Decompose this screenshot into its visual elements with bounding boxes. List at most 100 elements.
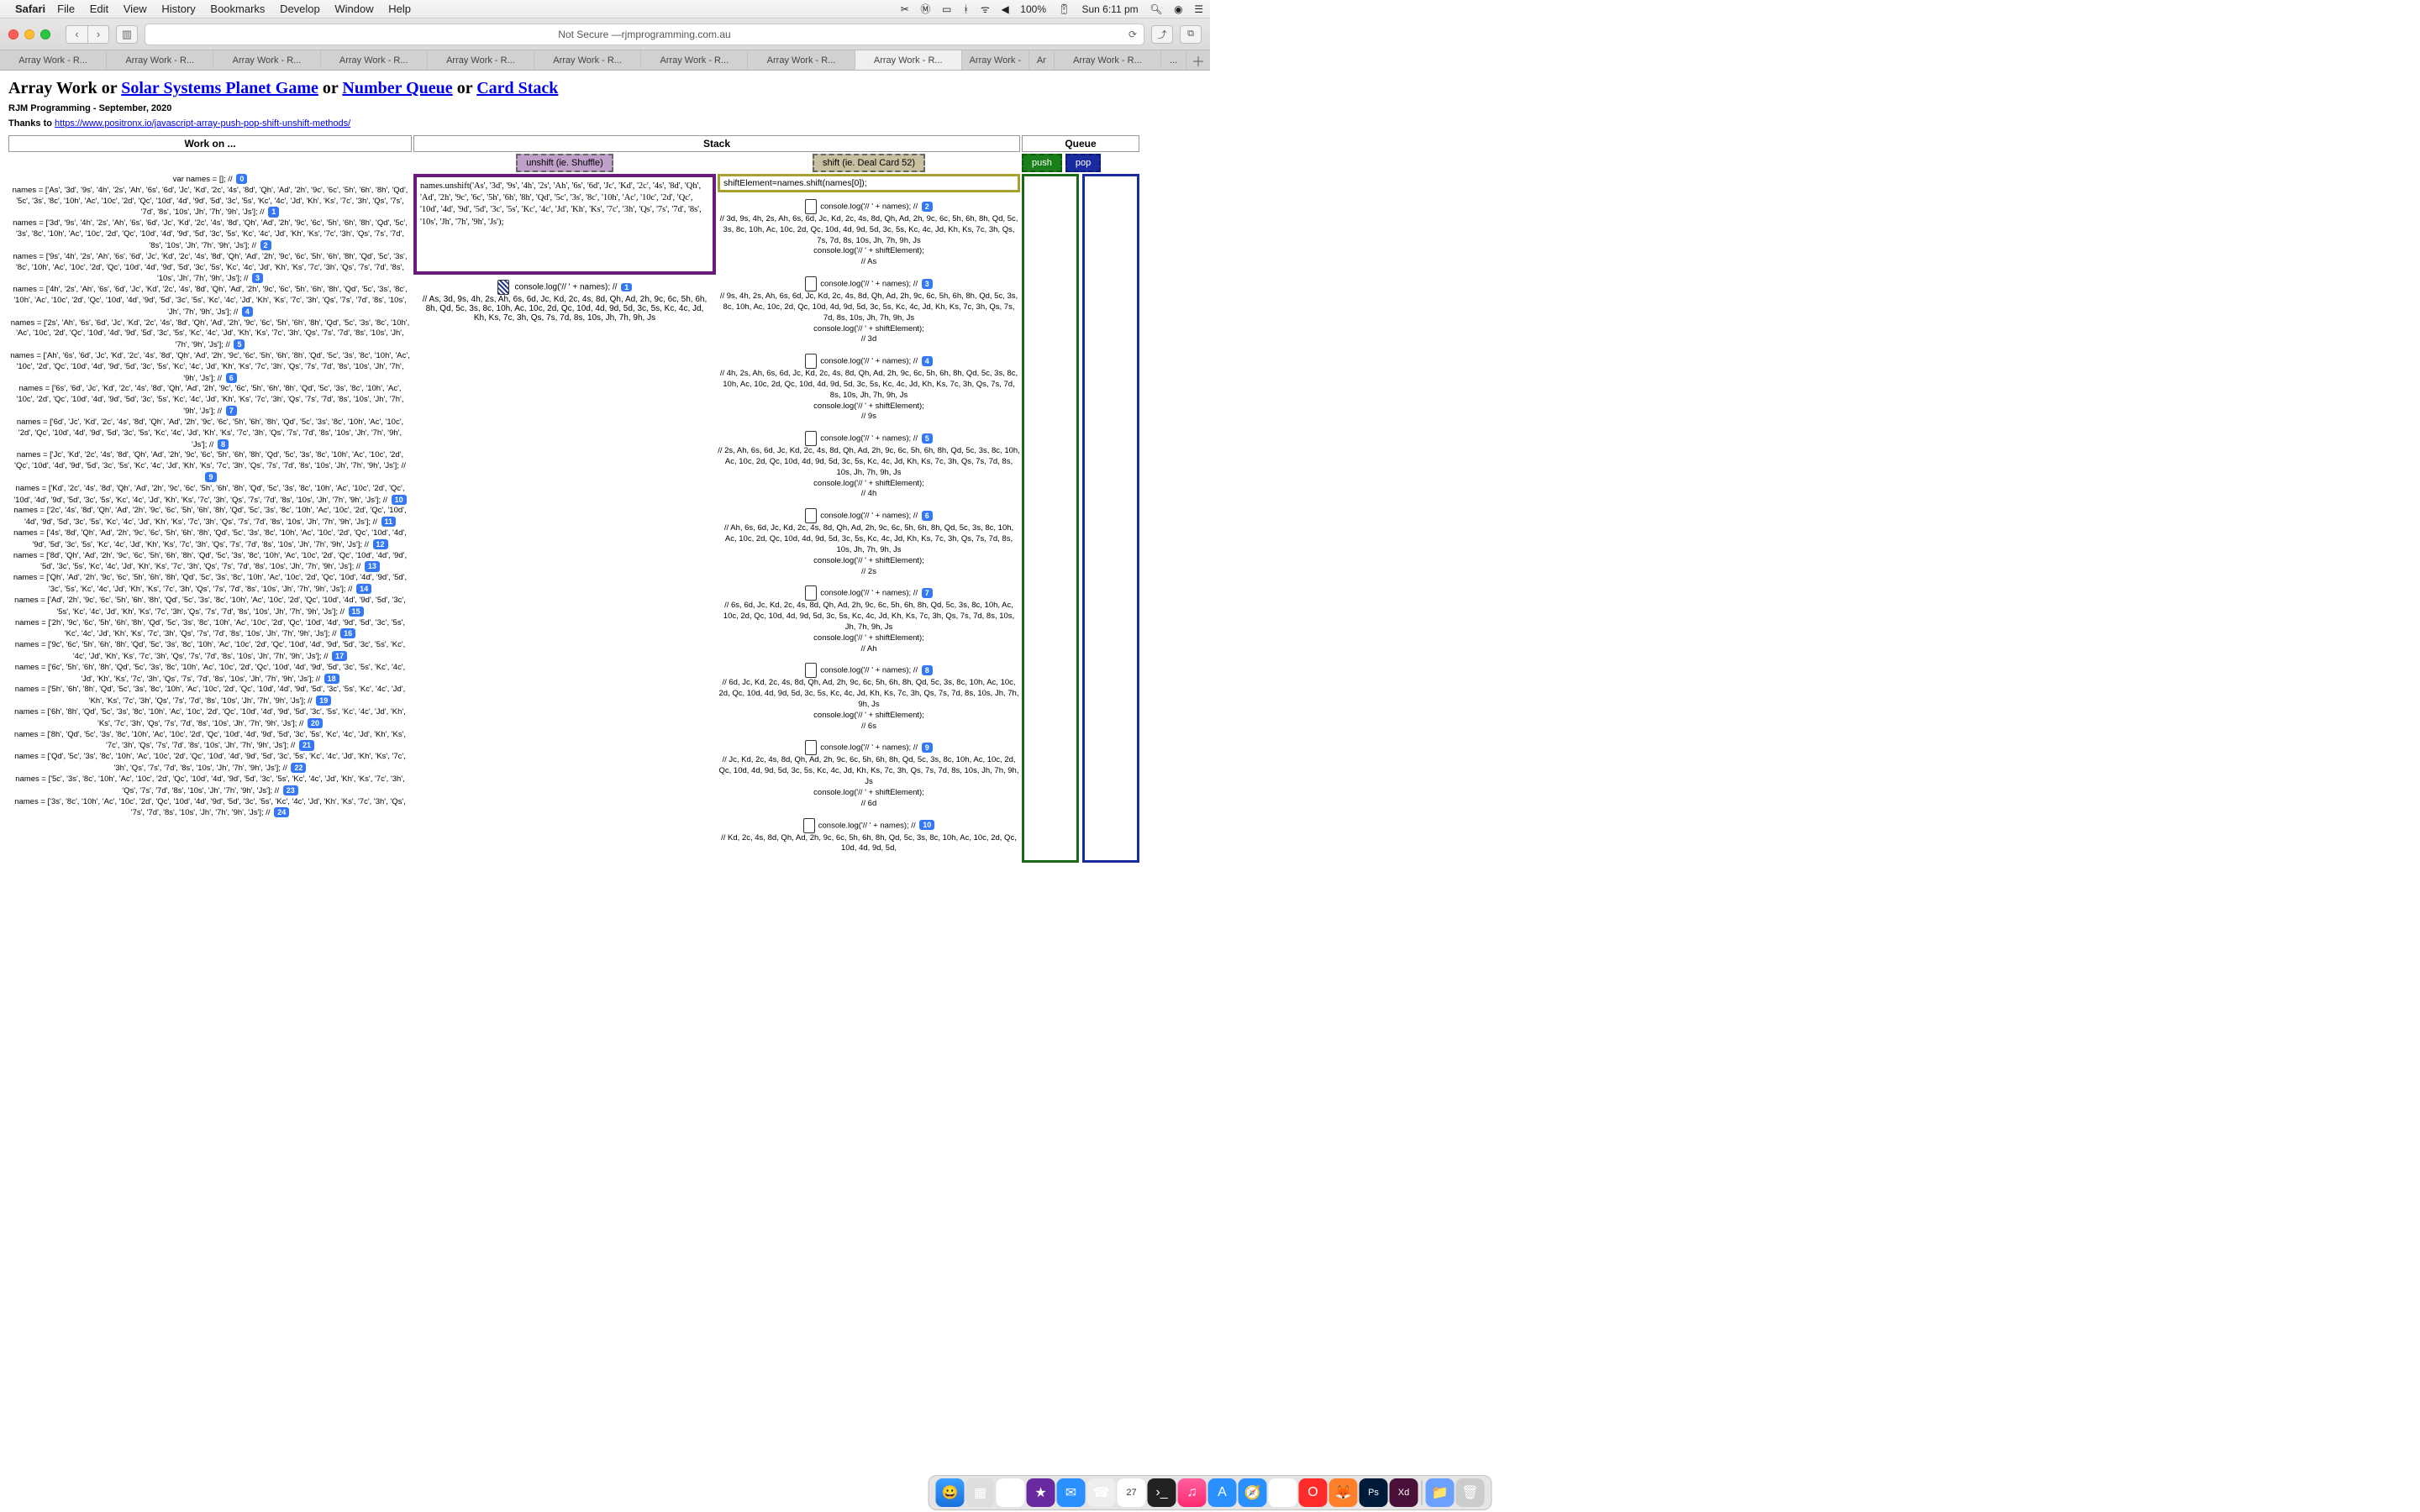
- terminal-icon[interactable]: ›_: [1148, 1478, 1176, 1507]
- zoom-window[interactable]: [40, 29, 50, 39]
- forward-button[interactable]: ›: [87, 25, 109, 44]
- names-line: names = ['Kd', '2c', '4s', '8d', 'Qh', '…: [8, 484, 412, 507]
- push-textarea[interactable]: [1022, 174, 1079, 863]
- pop-textarea[interactable]: [1082, 174, 1139, 863]
- photos-icon[interactable]: ✿: [997, 1478, 1025, 1507]
- macos-menubar: Safari File Edit View History Bookmarks …: [0, 0, 1210, 18]
- minimize-window[interactable]: [24, 29, 34, 39]
- shift-log-block: console.log('// ' + names); // 5// 2s, A…: [718, 431, 1020, 500]
- share-button[interactable]: ⤴: [1151, 25, 1173, 44]
- menu-file[interactable]: File: [57, 3, 75, 15]
- tab-1[interactable]: Array Work - R...: [0, 50, 107, 70]
- itunes-icon[interactable]: ♫: [1178, 1478, 1207, 1507]
- tab-10[interactable]: Array Work -: [962, 50, 1029, 70]
- address-bar[interactable]: Not Secure — rjmprogramming.com.au ⟳: [145, 24, 1144, 45]
- sidebar-button[interactable]: ▥: [116, 25, 138, 44]
- names-log-column: var names = []; // 0 names = ['As', '3d'…: [8, 174, 412, 863]
- tab-3[interactable]: Array Work - R...: [213, 50, 320, 70]
- names-line: names = ['6s', '6d', 'Jc', 'Kd', '2c', '…: [8, 384, 412, 417]
- menu-edit[interactable]: Edit: [90, 3, 108, 15]
- pop-button[interactable]: pop: [1065, 154, 1101, 172]
- safari-icon[interactable]: 🧭: [1239, 1478, 1267, 1507]
- app-name[interactable]: Safari: [15, 3, 45, 15]
- scissors-icon[interactable]: ✂︎: [901, 3, 909, 15]
- tab-overflow[interactable]: ...: [1161, 50, 1186, 70]
- launchpad-icon[interactable]: ▦: [966, 1478, 995, 1507]
- byline: RJM Programming - September, 2020: [8, 103, 1202, 113]
- tabs-button[interactable]: ⧉: [1180, 25, 1202, 44]
- names-line: names = ['8d', 'Qh', 'Ad', '2h', '9c', '…: [8, 551, 412, 574]
- menu-bookmarks[interactable]: Bookmarks: [210, 3, 265, 15]
- tab-5[interactable]: Array Work - R...: [428, 50, 534, 70]
- shift-textarea[interactable]: shiftElement=names.shift(names[0]);: [718, 174, 1020, 192]
- names-line: names = ['Jc', 'Kd', '2c', '4s', '8d', '…: [8, 450, 412, 483]
- names-line: names = ['4h', '2s', 'Ah', '6s', '6d', '…: [8, 285, 412, 318]
- menu-help[interactable]: Help: [388, 3, 411, 15]
- macos-dock: 😀 ▦ ✿ ★ ✉ ☎ 27 ›_ ♫ A 🧭 ◉ O 🦊 Ps Xd 📁 🗑: [929, 1475, 1492, 1510]
- menu-view[interactable]: View: [124, 3, 147, 15]
- tab-9-active[interactable]: Array Work - R...: [855, 50, 962, 70]
- safari-toolbar: ‹ › ▥ Not Secure — rjmprogramming.com.au…: [0, 18, 1210, 50]
- chrome-icon[interactable]: ◉: [1269, 1478, 1297, 1507]
- tab-11[interactable]: Ar: [1029, 50, 1055, 70]
- thanks-link[interactable]: https://www.positronx.io/javascript-arra…: [55, 118, 350, 129]
- link-card-stack[interactable]: Card Stack: [476, 79, 558, 97]
- volume-icon[interactable]: ◀: [1001, 3, 1008, 15]
- unshift-textarea[interactable]: names.unshift('As', '3d', '9s', '4h', '2…: [413, 174, 716, 275]
- clock[interactable]: Sun 6:11 pm: [1081, 3, 1138, 15]
- close-window[interactable]: [8, 29, 18, 39]
- menu-window[interactable]: Window: [334, 3, 373, 15]
- appstore-icon[interactable]: A: [1208, 1478, 1237, 1507]
- shift-button[interactable]: shift (ie. Deal Card 52): [813, 154, 925, 172]
- names-line: names = ['2h', '9c', '6c', '5h', '6h', '…: [8, 618, 412, 641]
- names-line: names = ['As', '3d', '9s', '4h', '2s', '…: [8, 186, 412, 218]
- display-icon[interactable]: ▭: [942, 3, 951, 15]
- link-number-queue[interactable]: Number Queue: [342, 79, 452, 97]
- folder-icon[interactable]: 📁: [1426, 1478, 1455, 1507]
- photoshop-icon[interactable]: Ps: [1360, 1478, 1388, 1507]
- new-tab-button[interactable]: ＋: [1186, 50, 1210, 70]
- shift-log-block: console.log('// ' + names); // 6// Ah, 6…: [718, 508, 1020, 577]
- calendar-icon[interactable]: 27: [1118, 1478, 1146, 1507]
- trash-icon[interactable]: 🗑: [1456, 1478, 1485, 1507]
- names-line: names = ['2s', 'Ah', '6s', '6d', 'Jc', '…: [8, 318, 412, 351]
- address-not-secure: Not Secure —: [558, 29, 621, 40]
- tab-7[interactable]: Array Work - R...: [641, 50, 748, 70]
- tab-6[interactable]: Array Work - R...: [534, 50, 641, 70]
- contacts-icon[interactable]: ☎: [1087, 1478, 1116, 1507]
- siri-icon[interactable]: ◉: [1174, 3, 1182, 15]
- wifi-icon[interactable]: ᯤ: [981, 3, 990, 15]
- battery-text: 100%: [1020, 3, 1046, 15]
- battery-icon[interactable]: 🔋︎: [1058, 3, 1071, 15]
- tab-8[interactable]: Array Work - R...: [748, 50, 855, 70]
- names-line: names = ['8h', 'Qd', '5c', '3s', '8c', '…: [8, 730, 412, 753]
- menu-extras: ✂︎ Ⓜ ▭ ᚼ ᯤ ◀ 100% 🔋︎ Sun 6:11 pm 🔍︎ ◉ ☰: [892, 2, 1203, 16]
- tab-4[interactable]: Array Work - R...: [321, 50, 428, 70]
- menu-history[interactable]: History: [161, 3, 195, 15]
- mail-icon[interactable]: ✉: [1057, 1478, 1086, 1507]
- app-menus[interactable]: File Edit View History Bookmarks Develop…: [57, 3, 423, 15]
- names-line: names = ['Qd', '5c', '3s', '8c', '10h', …: [8, 752, 412, 774]
- firefox-icon[interactable]: 🦊: [1329, 1478, 1358, 1507]
- notification-center-icon[interactable]: ☰: [1194, 3, 1203, 15]
- unshift-button[interactable]: unshift (ie. Shuffle): [516, 154, 613, 172]
- menu-develop[interactable]: Develop: [280, 3, 320, 15]
- back-button[interactable]: ‹: [66, 25, 87, 44]
- push-button[interactable]: push: [1022, 154, 1062, 172]
- names-line: names = ['2c', '4s', '8d', 'Qh', 'Ad', '…: [8, 506, 412, 528]
- link-planet-game[interactable]: Solar Systems Planet Game: [121, 79, 318, 97]
- cat-icon[interactable]: Ⓜ: [920, 3, 930, 15]
- spotlight-icon[interactable]: 🔍︎: [1150, 3, 1162, 15]
- reload-icon[interactable]: ⟳: [1128, 29, 1137, 40]
- tab-2[interactable]: Array Work - R...: [107, 50, 213, 70]
- finder-icon[interactable]: 😀: [936, 1478, 965, 1507]
- names-line: names = ['Ah', '6s', '6d', 'Jc', 'Kd', '…: [8, 351, 412, 384]
- shift-log-block: console.log('// ' + names); // 8// 6d, J…: [718, 663, 1020, 732]
- names-line: names = ['Ad', '2h', '9c', '6c', '5h', '…: [8, 596, 412, 618]
- xd-icon[interactable]: Xd: [1390, 1478, 1418, 1507]
- bluetooth-icon[interactable]: ᚼ: [963, 3, 969, 15]
- imovie-icon[interactable]: ★: [1027, 1478, 1055, 1507]
- shift-log-block: console.log('// ' + names); // 3// 9s, 4…: [718, 276, 1020, 345]
- opera-icon[interactable]: O: [1299, 1478, 1328, 1507]
- tab-12[interactable]: Array Work - R...: [1055, 50, 1161, 70]
